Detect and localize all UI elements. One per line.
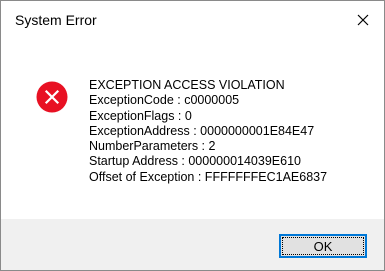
title-bar: System Error bbox=[1, 1, 384, 39]
dialog-content: EXCEPTION ACCESS VIOLATION ExceptionCode… bbox=[1, 39, 384, 219]
exception-flags: ExceptionFlags : 0 bbox=[89, 108, 192, 123]
system-error-dialog: System Error EXCEPTION ACCESS VIOLATION … bbox=[0, 0, 385, 271]
startup-address: Startup Address : 000000014039E610 bbox=[89, 154, 301, 169]
close-icon bbox=[357, 14, 369, 26]
number-parameters: NumberParameters : 2 bbox=[89, 139, 216, 154]
exception-address: ExceptionAddress : 0000000001E84E47 bbox=[89, 123, 315, 138]
exception-title: EXCEPTION ACCESS VIOLATION bbox=[89, 78, 285, 92]
dialog-footer: OK bbox=[1, 219, 384, 270]
ok-button-label: OK bbox=[313, 238, 333, 254]
error-icon bbox=[36, 81, 68, 113]
exception-code: ExceptionCode : c0000005 bbox=[89, 93, 240, 108]
close-button[interactable] bbox=[342, 1, 384, 39]
ok-button[interactable]: OK bbox=[279, 234, 367, 258]
window-title: System Error bbox=[15, 12, 97, 28]
error-message: EXCEPTION ACCESS VIOLATION ExceptionCode… bbox=[89, 78, 327, 185]
offset-of-exception: Offset of Exception : FFFFFFFEC1AE6837 bbox=[89, 169, 328, 184]
